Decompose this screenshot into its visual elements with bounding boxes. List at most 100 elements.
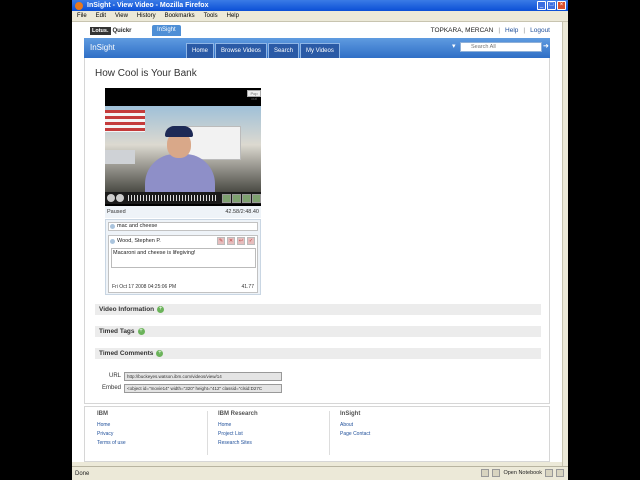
popout-button[interactable]: Pop out xyxy=(247,90,261,101)
footer-link-research-home[interactable]: Home xyxy=(218,422,338,428)
save-icon[interactable]: ✓ xyxy=(247,237,255,245)
player-controls xyxy=(105,192,261,204)
comment-card: Wood, Stephen P. ✎ ✕ ↩ ✓ Macaroni and ch… xyxy=(108,235,258,293)
title-bar[interactable]: InSight - View Video - Mozilla Firefox _… xyxy=(72,0,568,11)
fullscreen-icon[interactable] xyxy=(252,193,261,203)
edit-icon[interactable]: ✎ xyxy=(217,237,225,245)
quickr-logo-text: Quickr xyxy=(112,27,132,34)
section-title: Video Information xyxy=(99,306,155,313)
firebug-icon[interactable] xyxy=(545,469,553,477)
tab-home[interactable]: Home xyxy=(186,43,215,58)
footer: IBM Home Privacy Terms of use IBM Resear… xyxy=(84,406,550,462)
firefox-icon xyxy=(75,1,83,10)
app-nav-bar: InSight Home Browse Videos Search My Vid… xyxy=(84,38,550,58)
tag-item[interactable]: mac and cheese xyxy=(108,222,258,231)
tag-text: mac and cheese xyxy=(117,223,158,229)
footer-divider xyxy=(207,411,208,455)
playback-state: Paused xyxy=(107,209,126,215)
menu-help[interactable]: Help xyxy=(227,13,239,19)
video-frame[interactable] xyxy=(105,106,261,192)
embed-row: Embed <object id="movie14" width="320" h… xyxy=(95,383,295,393)
notebook-icon[interactable] xyxy=(492,469,501,477)
menu-file[interactable]: File xyxy=(77,13,87,19)
user-links: TOPKARA, MERCAN | Help | Logout xyxy=(431,27,550,34)
embed-field[interactable]: <object id="movie14" width="320" height=… xyxy=(124,383,282,393)
expand-plus-icon[interactable]: + xyxy=(137,328,145,335)
video-player[interactable]: Paused 42.58/2:48.40 xyxy=(105,88,261,218)
help-link[interactable]: Help xyxy=(505,27,518,34)
timeline-scrubber[interactable] xyxy=(128,195,218,201)
section-timed-tags[interactable]: Timed Tags + xyxy=(95,326,541,337)
search-go-icon[interactable]: ➜ xyxy=(543,42,549,52)
footer-col-ibm: IBM Home Privacy Terms of use xyxy=(97,411,217,449)
stop-icon[interactable] xyxy=(116,194,124,202)
s-icon[interactable] xyxy=(556,469,564,477)
footer-link-terms[interactable]: Terms of use xyxy=(97,440,217,446)
tab-browse-videos[interactable]: Browse Videos xyxy=(215,43,267,58)
menu-tools[interactable]: Tools xyxy=(204,13,218,19)
video-flag-shape xyxy=(105,110,145,132)
nav-tabs: Home Browse Videos Search My Videos xyxy=(186,43,340,58)
video-person-shape xyxy=(145,126,215,192)
delete-icon[interactable]: ✕ xyxy=(227,237,235,245)
separator: | xyxy=(498,27,501,34)
comment-timestamp: 41.77 xyxy=(241,284,254,290)
screen: InSight - View Video - Mozilla Firefox _… xyxy=(0,0,640,480)
embed-label: Embed xyxy=(101,385,121,391)
comment-text[interactable]: Macaroni and cheese is lifegiving! xyxy=(111,248,256,268)
tab-search[interactable]: Search xyxy=(267,43,299,58)
page-content: Lotus. Quickr InSight TOPKARA, MERCAN | … xyxy=(72,22,568,462)
minimize-button[interactable]: _ xyxy=(537,1,546,10)
top-strip: Lotus. Quickr InSight TOPKARA, MERCAN | … xyxy=(72,22,568,38)
url-field[interactable]: http://buckeyes.watson.ibm.com/videos/vi… xyxy=(124,371,282,381)
expand-plus-icon[interactable]: + xyxy=(157,306,165,313)
comment-actions: ✎ ✕ ↩ ✓ xyxy=(217,237,255,245)
menu-history[interactable]: History xyxy=(137,13,156,19)
footer-link-page-contact[interactable]: Page Contact xyxy=(340,431,460,437)
close-button[interactable]: × xyxy=(557,1,566,10)
comments-panel: mac and cheese Wood, Stephen P. ✎ ✕ ↩ ✓ … xyxy=(105,219,261,295)
footer-col-ibm-research: IBM Research Home Project List Research … xyxy=(218,411,338,449)
status-text: Done xyxy=(75,470,90,477)
tag-icon[interactable] xyxy=(222,193,231,203)
footer-link-project-list[interactable]: Project List xyxy=(218,431,338,437)
comment-author: Wood, Stephen P. xyxy=(117,238,161,244)
separator: | xyxy=(523,27,526,34)
footer-link-privacy[interactable]: Privacy xyxy=(97,431,217,437)
addon-icon[interactable] xyxy=(481,469,490,477)
maximize-button[interactable]: □ xyxy=(547,1,556,10)
comment-bubble-icon xyxy=(110,239,115,244)
lotus-logo-mark: Lotus. xyxy=(90,26,111,35)
video-cars-shape xyxy=(105,150,135,164)
reply-icon[interactable]: ↩ xyxy=(237,237,245,245)
vertical-scrollbar[interactable] xyxy=(562,22,568,466)
search-input[interactable] xyxy=(460,42,542,52)
footer-heading: IBM Research xyxy=(218,411,258,417)
footer-link-research-sites[interactable]: Research Sites xyxy=(218,440,338,446)
tag-bubble-icon xyxy=(110,224,115,229)
menu-bookmarks[interactable]: Bookmarks xyxy=(165,13,195,19)
tab-my-videos[interactable]: My Videos xyxy=(299,43,340,58)
section-timed-comments[interactable]: Timed Comments + xyxy=(95,348,541,359)
menu-view[interactable]: View xyxy=(115,13,128,19)
open-notebook-link[interactable]: Open Notebook xyxy=(503,470,542,476)
comment-icon[interactable] xyxy=(232,193,241,203)
logout-link[interactable]: Logout xyxy=(530,27,550,34)
lotus-quickr-logo[interactable]: Lotus. Quickr xyxy=(90,26,132,35)
footer-link-home[interactable]: Home xyxy=(97,422,217,428)
browser-window: InSight - View Video - Mozilla Firefox _… xyxy=(72,0,568,480)
volume-icon[interactable] xyxy=(242,193,251,203)
menu-bar: File Edit View History Bookmarks Tools H… xyxy=(72,11,568,22)
section-title: Timed Tags xyxy=(99,328,135,335)
menu-edit[interactable]: Edit xyxy=(96,13,106,19)
section-video-information[interactable]: Video Information + xyxy=(95,304,541,315)
page-title: How Cool is Your Bank xyxy=(95,68,197,79)
search-scope-icon[interactable]: ▾ xyxy=(452,43,460,51)
footer-link-about[interactable]: About xyxy=(340,422,460,428)
expand-plus-icon[interactable]: + xyxy=(156,350,164,357)
insight-app-tab[interactable]: InSight xyxy=(152,25,181,36)
status-bar: Done Open Notebook xyxy=(72,466,568,480)
play-icon[interactable] xyxy=(107,194,115,202)
url-row: URL http://buckeyes.watson.ibm.com/video… xyxy=(95,371,295,381)
playback-time: 42.58/2:48.40 xyxy=(225,209,259,215)
